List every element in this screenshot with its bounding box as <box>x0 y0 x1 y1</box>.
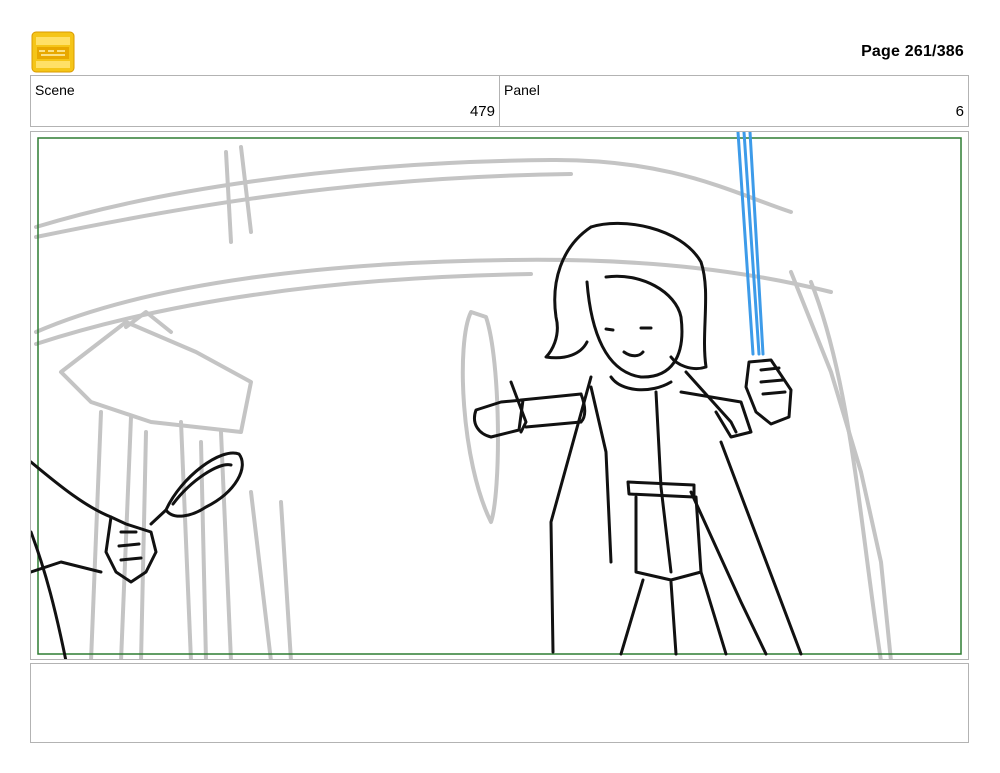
storyboard-drawing <box>31 132 962 659</box>
foreground-character <box>31 451 244 659</box>
panel-number: 6 <box>955 103 964 120</box>
panel-cell: Panel 6 <box>499 76 968 126</box>
scene-panel-info: Scene 479 Panel 6 <box>30 75 969 127</box>
safe-frame <box>37 137 962 655</box>
background-sketch <box>34 145 893 659</box>
scene-cell: Scene 479 <box>31 76 499 126</box>
show-logo <box>31 31 75 73</box>
page-number: Page 261/386 <box>861 43 964 60</box>
hero-character <box>473 221 803 656</box>
scene-number: 479 <box>469 103 495 120</box>
lightsaber-blade <box>736 132 765 356</box>
panel-label: Panel <box>504 82 540 98</box>
scene-label: Scene <box>35 82 75 98</box>
storyboard-panel <box>30 131 969 660</box>
panel-notes-box <box>30 663 969 743</box>
